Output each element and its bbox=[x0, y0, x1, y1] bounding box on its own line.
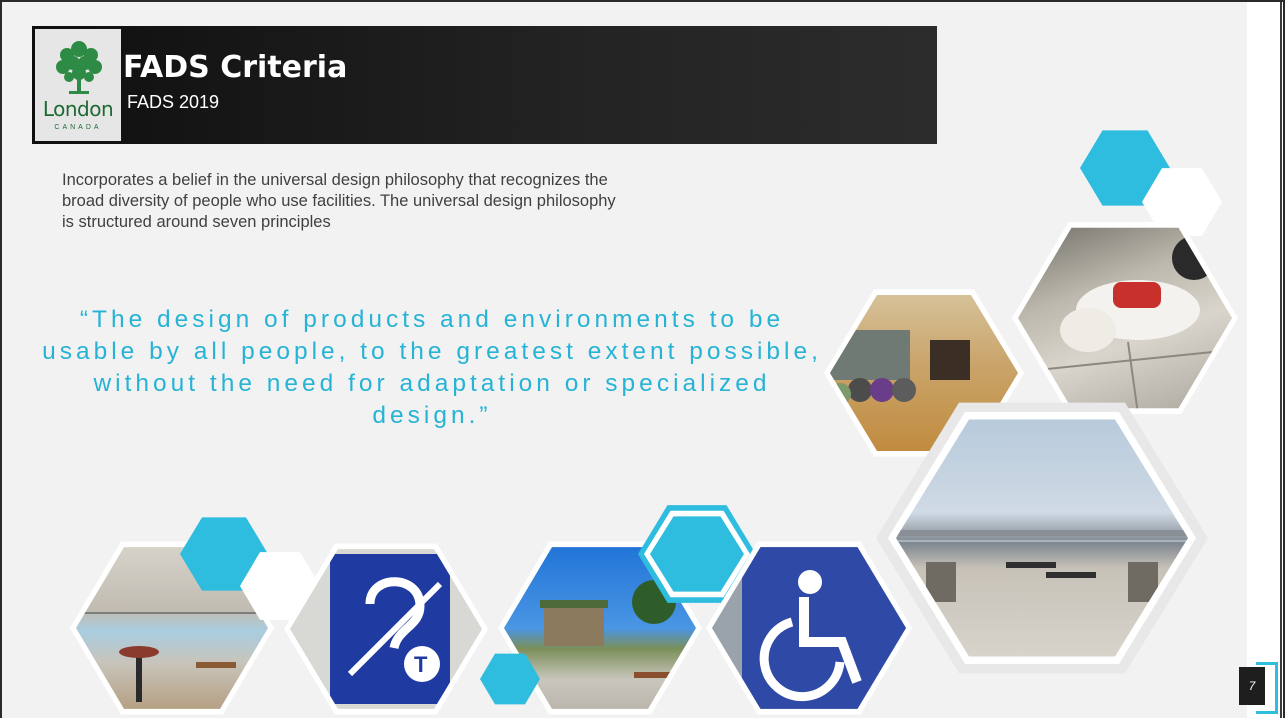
slide: London CANADA FADS Criteria FADS 2019 In… bbox=[0, 0, 1285, 718]
svg-text:T: T bbox=[414, 652, 428, 677]
intro-paragraph: Incorporates a belief in the universal d… bbox=[62, 171, 616, 231]
slide-title: FADS Criteria bbox=[123, 50, 348, 85]
logo-country: CANADA bbox=[54, 124, 102, 131]
service-dog-photo bbox=[1018, 236, 1232, 409]
logo-wordmark: London bbox=[42, 97, 114, 121]
universal-design-quote: “The design of products and environments… bbox=[42, 306, 822, 429]
slide-edge bbox=[1280, 2, 1282, 718]
hearing-loop-icon: T bbox=[330, 554, 450, 704]
tree-icon bbox=[56, 41, 102, 94]
photo-hearing-loop-sign: T bbox=[290, 549, 482, 709]
photo-service-dog bbox=[1018, 227, 1232, 409]
slide-subtitle: FADS 2019 bbox=[127, 92, 220, 112]
london-logo: London CANADA bbox=[35, 29, 121, 141]
page-number: 7 bbox=[1239, 667, 1265, 705]
title-bar bbox=[32, 26, 937, 144]
